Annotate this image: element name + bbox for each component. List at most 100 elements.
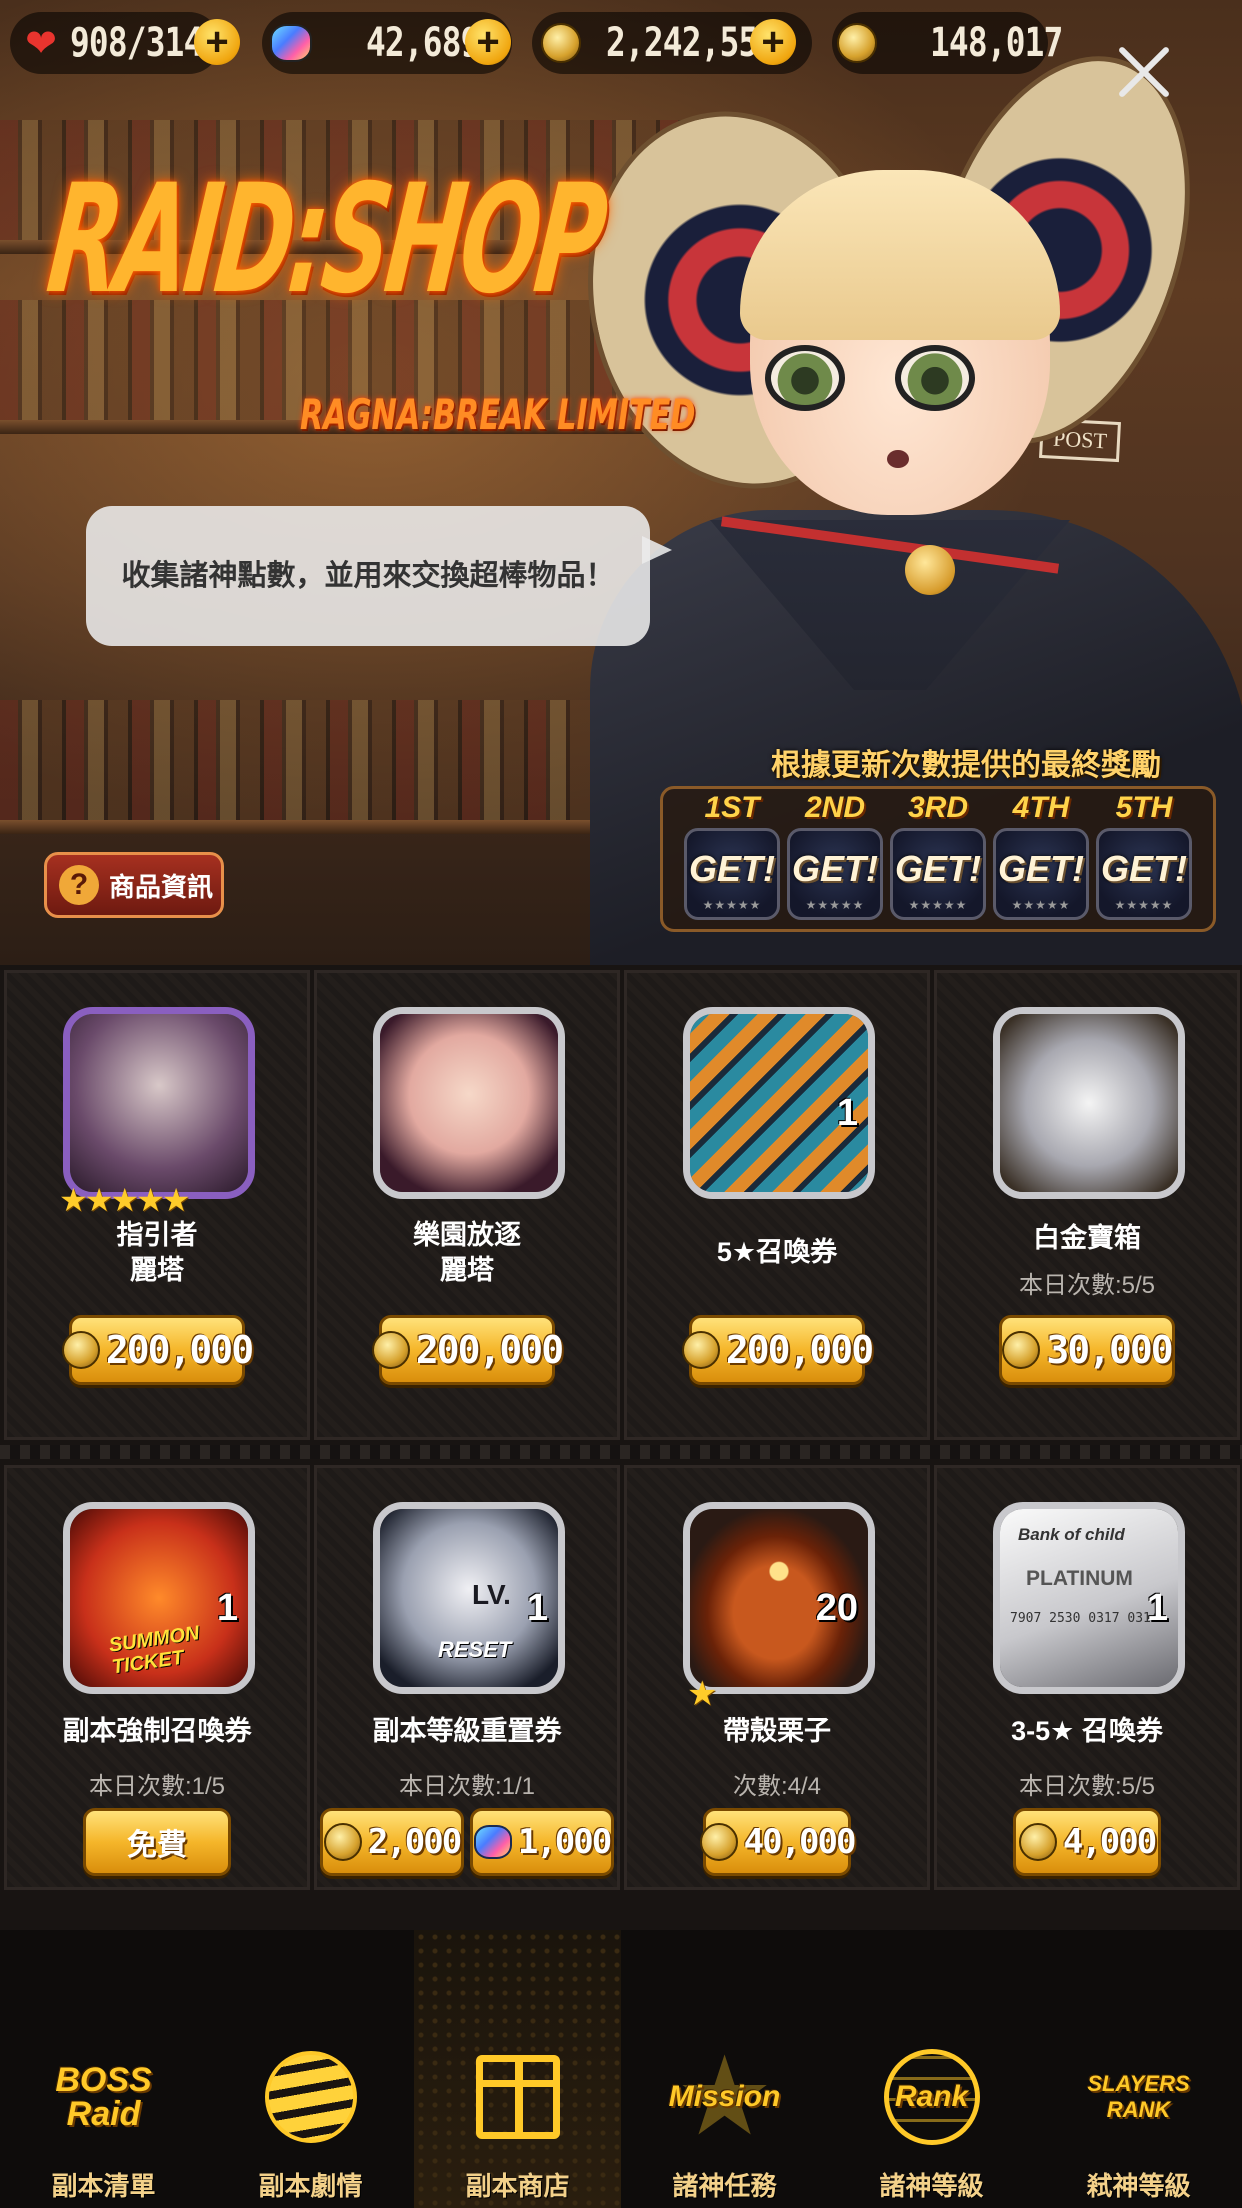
item-quantity: 20: [815, 1587, 858, 1629]
nav-label: 諸神任務: [672, 2171, 777, 2201]
shop-item-card[interactable]: 1 5★召喚券 200,000: [624, 970, 930, 1440]
buy-with-gem-button[interactable]: 1,000: [470, 1808, 614, 1876]
shop-item-card[interactable]: Bank of child PLATINUM 7907 2530 0317 03…: [934, 1465, 1240, 1890]
item-quantity: 1: [1146, 1587, 1168, 1629]
shop-item-card[interactable]: LV. RESET 1 副本等級重置券 本日次數:1/1 2,000 1,000: [314, 1465, 620, 1890]
nav-god-missions[interactable]: ★ Mission 諸神任務: [621, 1930, 828, 2208]
nav-label: 副本商店: [465, 2171, 570, 2201]
reward-stars: ★★★★★: [702, 898, 762, 912]
mission-icon-text: Mission: [668, 2080, 781, 2113]
story-orb-shape: [264, 2051, 357, 2143]
card-art-bank: Bank of child: [1018, 1525, 1125, 1544]
reward-rank-label: 1ST: [704, 791, 760, 824]
slayers-icon-text: SLAYERS RANK: [1087, 2071, 1190, 2122]
item-name: 白金寶箱: [1033, 1223, 1141, 1253]
item-name: 副本等級重置券: [372, 1716, 562, 1746]
free-claim-button[interactable]: 免費: [83, 1808, 231, 1876]
shop-item-card[interactable]: 白金寶箱 本日次數:5/5 30,000: [934, 970, 1240, 1440]
price-value: 4,000: [1062, 1822, 1157, 1862]
shop-item-card[interactable]: 20 ★ 帶殼栗子 次數:4/4 40,000: [624, 1465, 930, 1890]
rainbow-gem-icon: [268, 20, 314, 66]
raid-coin-icon: [834, 20, 880, 66]
reward-stars: ★★★★★: [908, 898, 968, 912]
reward-2nd[interactable]: 2ND GET! ★★★★★: [787, 790, 883, 920]
rainbow-gem-icon: [473, 1825, 512, 1859]
item-name: 樂園放逐: [413, 1220, 521, 1250]
raid-coin-icon: [1018, 1823, 1057, 1861]
platinum-chest-icon: [993, 1007, 1185, 1199]
raid-coin-icon: [681, 1331, 720, 1369]
buy-button[interactable]: 200,000: [371, 1315, 564, 1385]
reward-rank-label: 4TH: [1012, 791, 1070, 824]
product-info-button[interactable]: ? 商品資訊: [44, 852, 224, 918]
ticket-art-level-label: LV.: [472, 1579, 511, 1610]
buy-button[interactable]: 200,000: [681, 1315, 874, 1385]
portrait-art: [380, 1014, 558, 1192]
buy-button[interactable]: 40,000: [699, 1808, 856, 1876]
raid-coin-icon: [61, 1331, 100, 1369]
character-portrait-icon: [63, 1007, 255, 1199]
close-icon[interactable]: [1112, 40, 1176, 104]
price-value: 2,000: [367, 1822, 462, 1862]
gem-value: 42,689: [366, 20, 480, 66]
buy-button[interactable]: 200,000: [61, 1315, 254, 1385]
reward-get-label: GET!: [689, 848, 775, 889]
shop-banner: POST RAID:SHOP RAGNA:BREAK LIMITED 收集諸神點…: [0, 0, 1242, 965]
nav-raid-story[interactable]: 副本劇情: [207, 1930, 414, 2208]
daily-limit: 本日次數:5/5: [1018, 1773, 1156, 1800]
price-value: 200,000: [105, 1328, 254, 1372]
bell-icon: [905, 545, 955, 595]
character-mouth: [887, 450, 909, 468]
raid-point-value: 148,017: [930, 20, 1063, 66]
logo-title: RAID:SHOP: [40, 153, 611, 327]
buy-button[interactable]: 30,000: [999, 1315, 1175, 1385]
raid-coin-icon: [323, 1823, 362, 1861]
nav-slayer-rank[interactable]: SLAYERS RANK 弒神等級: [1035, 1930, 1242, 2208]
reward-1st[interactable]: 1ST GET! ★★★★★: [684, 790, 780, 920]
card-art-number: 7907 2530 0317 0314: [1010, 1611, 1159, 1626]
price-value: 200,000: [725, 1328, 874, 1372]
heart-icon: ❤: [25, 22, 57, 65]
gem-price-value: 1,000: [517, 1822, 612, 1862]
free-label: 免費: [127, 1829, 187, 1862]
raid-coin-icon: [1002, 1331, 1041, 1369]
bookshelf-decoration: [0, 700, 640, 820]
price-value: 200,000: [415, 1328, 564, 1372]
shop-item-card[interactable]: SUMMON TICKET 1 副本強制召喚券 本日次數:1/5 免費: [4, 1465, 310, 1890]
rarity-star: ★: [687, 1675, 718, 1713]
speech-bubble: 收集諸神點數，並用來交換超棒物品！: [86, 506, 672, 646]
gift-box-shape: [475, 2055, 560, 2139]
question-icon: ?: [59, 865, 99, 905]
ticket-art-reset-label: RESET: [438, 1637, 512, 1662]
reward-rank-label: 5TH: [1115, 791, 1173, 824]
shop-item-card[interactable]: ★★★★★ 指引者 麗塔 200,000: [4, 970, 310, 1440]
boss-raid-icon-text: BOSS Raid: [55, 2061, 152, 2133]
reward-5th[interactable]: 5TH GET! ★★★★★: [1096, 790, 1192, 920]
buy-button[interactable]: 4,000: [1013, 1808, 1161, 1876]
reward-get-label: GET!: [792, 848, 878, 889]
gift-box-icon: [458, 2042, 578, 2152]
summon-ticket-icon: 1: [683, 1007, 875, 1199]
card-art-platinum: PLATINUM: [1026, 1567, 1133, 1590]
nav-raid-shop[interactable]: 副本商店: [414, 1930, 621, 2208]
nav-raid-list[interactable]: BOSS Raid 副本清單: [0, 1930, 207, 2208]
add-gems-button[interactable]: +: [465, 19, 511, 65]
item-name: 3-5★ 召喚券: [1011, 1716, 1163, 1746]
add-stamina-button[interactable]: +: [194, 19, 240, 65]
logo-subtitle: RAGNA:BREAK LIMITED: [300, 390, 696, 439]
chestnut-icon: 20: [683, 1502, 875, 1694]
buy-with-coin-button[interactable]: 2,000: [320, 1808, 464, 1876]
stamina-value: 908/314: [70, 16, 203, 70]
nav-god-rank[interactable]: Rank 諸神等級: [828, 1930, 1035, 2208]
price-value: 40,000: [743, 1822, 857, 1862]
raid-coin-icon: [371, 1331, 410, 1369]
shop-item-card[interactable]: 樂園放逐 麗塔 200,000: [314, 970, 620, 1440]
add-gold-button[interactable]: +: [750, 19, 796, 65]
nav-label: 弒神等級: [1086, 2171, 1191, 2201]
rank-icon-text: Rank: [894, 2080, 969, 2113]
reward-3rd[interactable]: 3RD GET! ★★★★★: [890, 790, 986, 920]
nav-label: 副本清單: [51, 2171, 156, 2201]
item-quantity: 1: [216, 1587, 238, 1629]
reward-4th[interactable]: 4TH GET! ★★★★★: [993, 790, 1089, 920]
character-eye: [765, 345, 845, 411]
